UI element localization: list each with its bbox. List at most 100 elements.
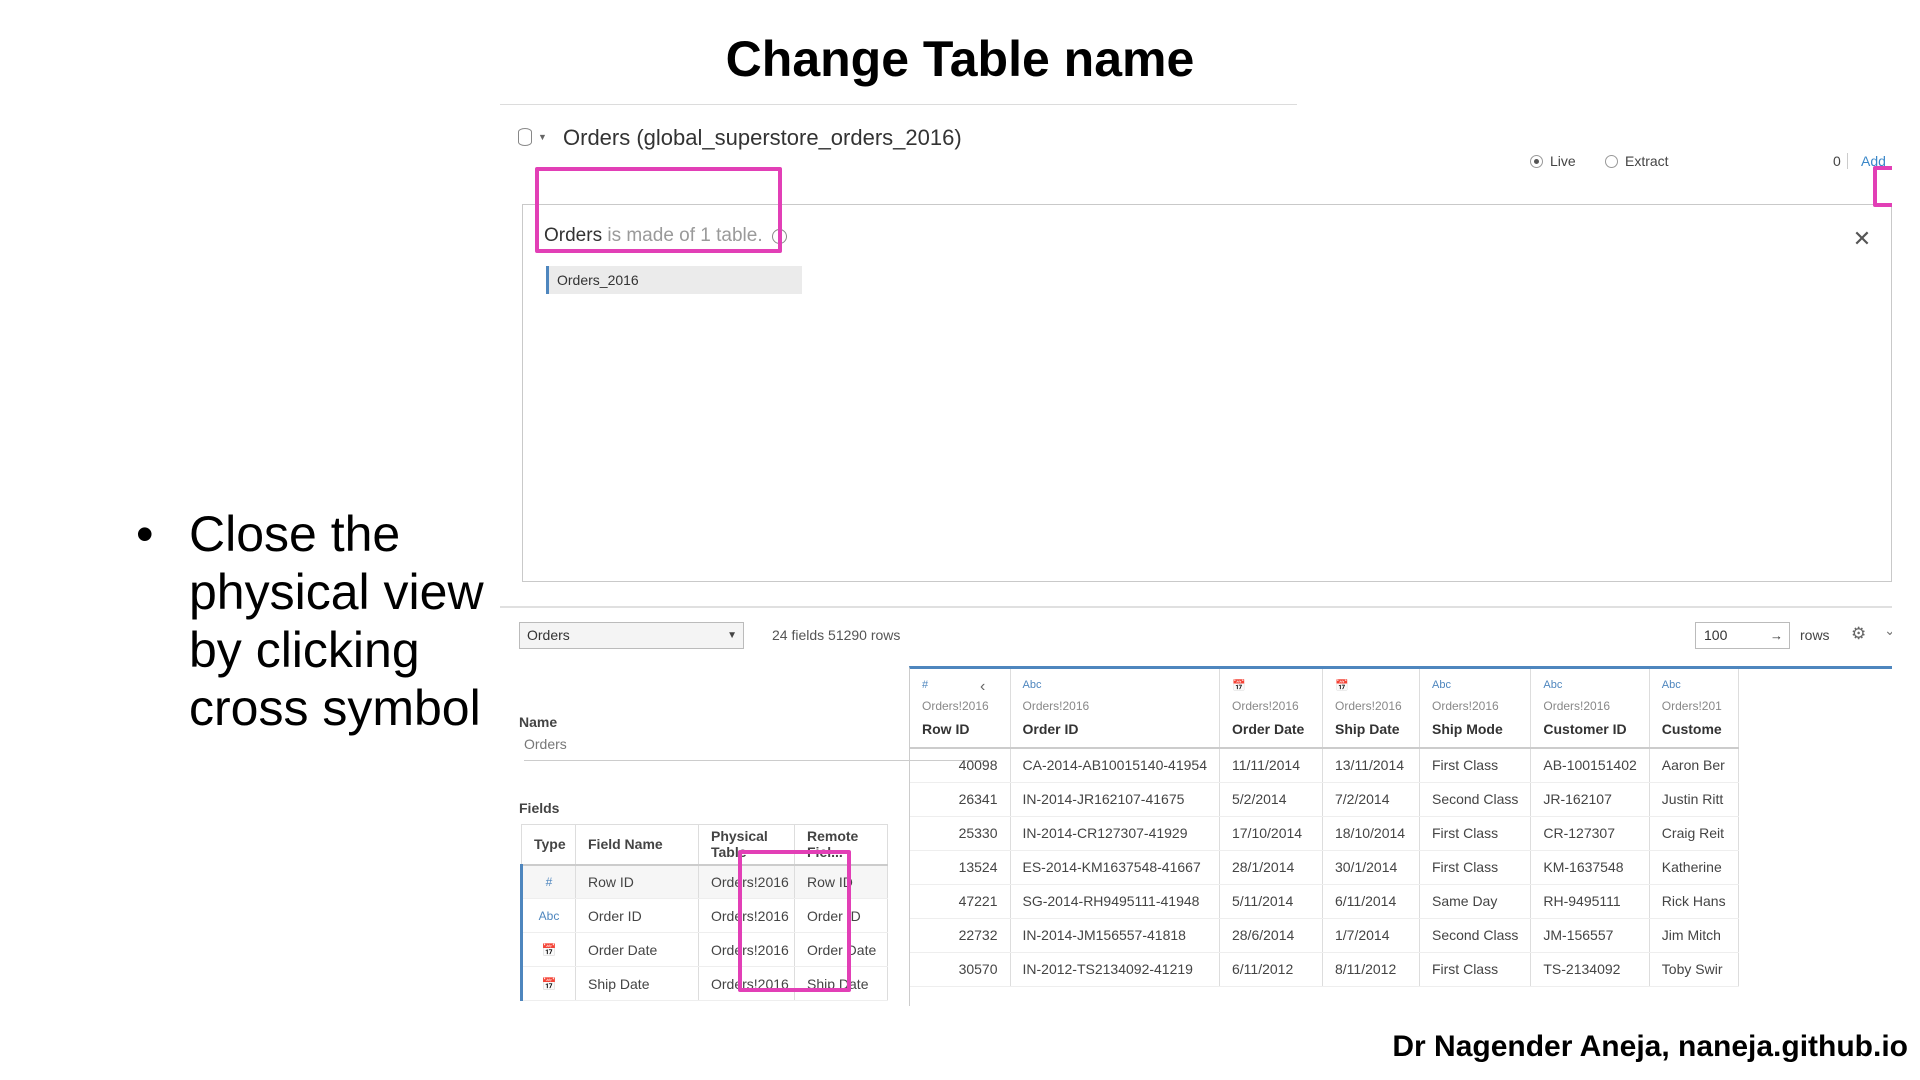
grid-cell[interactable]: IN-2014-JR162107-41675 — [1010, 782, 1220, 817]
field-type-icon[interactable]: Abc — [1662, 679, 1738, 695]
field-name[interactable]: Order Date — [575, 932, 699, 967]
grid-cell[interactable]: 26341 — [910, 782, 1011, 817]
grid-cell[interactable]: CA-2014-AB10015140-41954 — [1010, 748, 1220, 783]
grid-cell[interactable]: 30570 — [910, 952, 1011, 987]
grid-cell[interactable]: Second Class — [1419, 782, 1532, 817]
grid-cell[interactable]: 1/7/2014 — [1322, 918, 1420, 953]
column-name[interactable]: Ship Date — [1335, 721, 1419, 737]
grid-cell[interactable]: IN-2014-CR127307-41929 — [1010, 816, 1220, 851]
arrow-right-icon[interactable]: → — [1770, 623, 1783, 648]
column-name[interactable]: Row ID — [922, 721, 1010, 737]
grid-column-header[interactable]: Abc Orders!2016 Customer ID — [1530, 669, 1650, 749]
grid-column-header[interactable]: 📅 Orders!2016 Order Date — [1219, 669, 1323, 749]
field-type-icon[interactable]: # — [922, 679, 1010, 695]
grid-cell[interactable]: 17/10/2014 — [1219, 816, 1323, 851]
chevron-down-icon[interactable]: ⌄ — [1884, 622, 1892, 639]
grid-cell[interactable]: 6/11/2014 — [1322, 884, 1420, 919]
grid-column-header[interactable]: 📅 Orders!2016 Ship Date — [1322, 669, 1420, 749]
grid-cell[interactable]: Katherine — [1649, 850, 1739, 885]
table-row[interactable]: 22732 IN-2014-JM156557-41818 28/6/2014 1/7/… — [910, 918, 1739, 953]
rows-limit-input[interactable]: 100 → — [1695, 622, 1790, 649]
grid-cell[interactable]: RH-9495111 — [1530, 884, 1650, 919]
table-row[interactable]: 25330 IN-2014-CR127307-41929 17/10/2014 18/… — [910, 816, 1739, 851]
grid-cell[interactable]: 22732 — [910, 918, 1011, 953]
grid-cell[interactable]: Justin Ritt — [1649, 782, 1739, 817]
caret-down-icon[interactable]: ▼ — [727, 623, 737, 648]
grid-cell[interactable]: Jim Mitch — [1649, 918, 1739, 953]
grid-cell[interactable]: 7/2/2014 — [1322, 782, 1420, 817]
column-name[interactable]: Customer ID — [1543, 721, 1648, 737]
grid-cell[interactable]: TS-2134092 — [1530, 952, 1650, 987]
grid-cell[interactable]: 40098 — [910, 748, 1011, 783]
extract-option[interactable]: Extract — [1605, 153, 1669, 169]
table-row[interactable]: 47221 SG-2014-RH9495111-41948 5/11/2014 6/1… — [910, 884, 1739, 919]
datasource-title[interactable]: Orders (global_superstore_orders_2016) — [563, 125, 962, 151]
column-name[interactable]: Order Date — [1232, 721, 1322, 737]
grid-cell[interactable]: ES-2014-KM1637548-41667 — [1010, 850, 1220, 885]
database-icon[interactable] — [518, 128, 532, 146]
grid-cell[interactable]: Toby Swir — [1649, 952, 1739, 987]
grid-cell[interactable]: Second Class — [1419, 918, 1532, 953]
col-type[interactable]: Type — [521, 824, 576, 866]
grid-cell[interactable]: 5/11/2014 — [1219, 884, 1323, 919]
grid-cell[interactable]: Rick Hans — [1649, 884, 1739, 919]
table-row[interactable]: 13524 ES-2014-KM1637548-41667 28/1/2014 30/… — [910, 850, 1739, 885]
grid-cell[interactable]: First Class — [1419, 748, 1532, 783]
table-row[interactable]: 26341 IN-2014-JR162107-41675 5/2/2014 7/2/2… — [910, 782, 1739, 817]
grid-column-header[interactable]: Abc Orders!201 Custome — [1649, 669, 1739, 749]
radio-extract[interactable] — [1605, 155, 1618, 168]
column-name[interactable]: Ship Mode — [1432, 721, 1530, 737]
grid-cell[interactable]: 8/11/2012 — [1322, 952, 1420, 987]
grid-cell[interactable]: 25330 — [910, 816, 1011, 851]
grid-cell[interactable]: KM-1637548 — [1530, 850, 1650, 885]
data-grid[interactable]: # Orders!2016 Row ID Abc Orders!2016 Order ID… — [909, 666, 1892, 1006]
grid-cell[interactable]: JM-156557 — [1530, 918, 1650, 953]
grid-cell[interactable]: Aaron Ber — [1649, 748, 1739, 783]
field-type-icon[interactable]: 📅 — [1335, 679, 1419, 695]
field-name[interactable]: Order ID — [575, 898, 699, 933]
field-name[interactable]: Ship Date — [575, 966, 699, 1001]
grid-cell[interactable]: Craig Reit — [1649, 816, 1739, 851]
column-name[interactable]: Order ID — [1023, 721, 1219, 737]
grid-column-header[interactable]: # Orders!2016 Row ID — [910, 669, 1011, 749]
field-type-icon[interactable]: Abc — [1432, 679, 1530, 695]
caret-down-icon[interactable]: ▼ — [538, 132, 547, 142]
grid-cell[interactable]: 28/6/2014 — [1219, 918, 1323, 953]
grid-cell[interactable]: First Class — [1419, 850, 1532, 885]
grid-cell[interactable]: 11/11/2014 — [1219, 748, 1323, 783]
grid-cell[interactable]: CR-127307 — [1530, 816, 1650, 851]
close-icon[interactable]: ✕ — [1849, 226, 1875, 252]
grid-cell[interactable]: IN-2012-TS2134092-41219 — [1010, 952, 1220, 987]
radio-live[interactable] — [1530, 155, 1543, 168]
physical-view-canvas[interactable] — [522, 204, 1892, 582]
grid-column-header[interactable]: Abc Orders!2016 Order ID — [1010, 669, 1220, 749]
field-type-icon[interactable]: 📅 — [1232, 679, 1322, 695]
grid-cell[interactable]: SG-2014-RH9495111-41948 — [1010, 884, 1220, 919]
gear-icon[interactable]: ⚙ — [1851, 624, 1866, 644]
grid-column-header[interactable]: Abc Orders!2016 Ship Mode — [1419, 669, 1532, 749]
field-name[interactable]: Row ID — [575, 864, 699, 899]
grid-cell[interactable]: JR-162107 — [1530, 782, 1650, 817]
grid-cell[interactable]: IN-2014-JM156557-41818 — [1010, 918, 1220, 953]
col-field-name[interactable]: Field Name — [575, 824, 699, 866]
table-row[interactable]: 30570 IN-2012-TS2134092-41219 6/11/2012 8/1… — [910, 952, 1739, 987]
column-name[interactable]: Custome — [1662, 721, 1738, 737]
grid-cell[interactable]: Same Day — [1419, 884, 1532, 919]
grid-cell[interactable]: 28/1/2014 — [1219, 850, 1323, 885]
grid-cell[interactable]: 30/1/2014 — [1322, 850, 1420, 885]
field-type-icon[interactable]: Abc — [1543, 679, 1648, 695]
table-select[interactable]: Orders ▼ — [519, 622, 744, 649]
grid-cell[interactable]: 6/11/2012 — [1219, 952, 1323, 987]
table-row[interactable]: 40098 CA-2014-AB10015140-41954 11/11/2014 1… — [910, 748, 1739, 783]
grid-cell[interactable]: AB-100151402 — [1530, 748, 1650, 783]
live-option[interactable]: Live — [1530, 153, 1576, 169]
grid-cell[interactable]: 18/10/2014 — [1322, 816, 1420, 851]
grid-cell[interactable]: 47221 — [910, 884, 1011, 919]
grid-cell[interactable]: First Class — [1419, 952, 1532, 987]
grid-cell[interactable]: 5/2/2014 — [1219, 782, 1323, 817]
field-type-icon[interactable]: Abc — [1023, 679, 1219, 695]
physical-table-orders-2016[interactable]: Orders_2016 — [546, 266, 802, 294]
grid-cell[interactable]: First Class — [1419, 816, 1532, 851]
grid-cell[interactable]: 13/11/2014 — [1322, 748, 1420, 783]
grid-cell[interactable]: 13524 — [910, 850, 1011, 885]
